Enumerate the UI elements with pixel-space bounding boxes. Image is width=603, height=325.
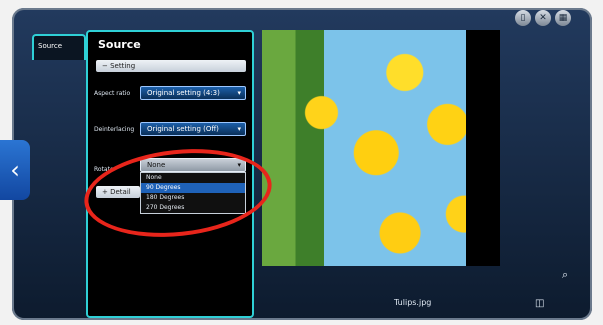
deinterlacing-select[interactable]: Original setting (Off) ▾ — [140, 122, 246, 136]
section-label: Setting — [110, 62, 136, 70]
close-icon[interactable]: ✕ — [535, 10, 551, 26]
deinterlacing-label: Deinterlacing — [94, 126, 135, 133]
tab-source[interactable]: Source — [32, 34, 86, 60]
tab-label: Source — [38, 42, 63, 50]
chevron-left-icon: ‹ — [10, 156, 20, 184]
deinterlacing-value: Original setting (Off) — [147, 125, 219, 133]
file-name: Tulips.jpg — [394, 298, 432, 307]
zoom-icon[interactable]: ⌕ — [562, 268, 568, 282]
chevron-down-icon: ▾ — [237, 125, 241, 133]
panel-title: Source — [98, 38, 141, 51]
document-icon[interactable]: ▯ — [515, 10, 531, 26]
aspect-ratio-select[interactable]: Original setting (4:3) ▾ — [140, 86, 246, 100]
chevron-down-icon: ▾ — [237, 89, 241, 97]
collapse-icon: − — [102, 62, 108, 70]
aspect-ratio-value: Original setting (4:3) — [147, 89, 220, 97]
preview-image — [262, 30, 500, 266]
grid-icon[interactable]: ▦ — [555, 10, 571, 26]
previous-button[interactable]: ‹ — [0, 140, 30, 200]
setting-section-header[interactable]: − Setting — [96, 60, 246, 72]
aspect-ratio-label: Aspect ratio — [94, 90, 131, 97]
screen: ▯ ✕ ▦ ‹ Source Source − Setting Aspect r… — [0, 0, 603, 325]
window-controls: ▯ ✕ ▦ — [515, 10, 571, 26]
tray-icon[interactable]: ◫ — [535, 298, 544, 309]
